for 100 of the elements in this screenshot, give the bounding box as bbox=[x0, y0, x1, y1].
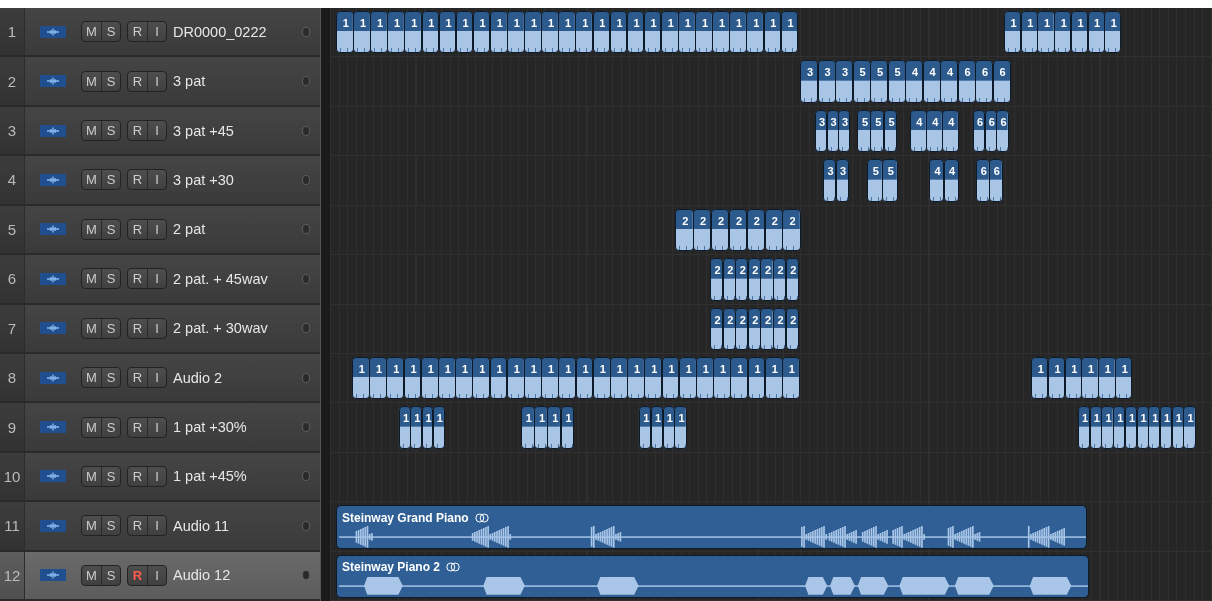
track-header[interactable]: 5 M S R I 2 pat bbox=[0, 205, 320, 256]
audio-region[interactable]: 6 bbox=[973, 109, 986, 153]
mute-button[interactable]: M bbox=[82, 466, 101, 486]
track-header[interactable]: 12 M S R I Audio 12 bbox=[0, 551, 320, 601]
audio-region[interactable]: 1 bbox=[1037, 11, 1055, 54]
record-button[interactable]: R bbox=[128, 71, 147, 91]
track-header[interactable]: 9 M S R I 1 pat +30% bbox=[0, 403, 320, 453]
audio-region[interactable]: 1 bbox=[575, 356, 594, 400]
audio-region[interactable]: 1 bbox=[626, 11, 645, 54]
audio-region[interactable]: Steinway Grand Piano bbox=[336, 505, 1087, 549]
track-header[interactable]: 11 M S R I Audio 11 bbox=[0, 502, 320, 552]
input-monitor-button[interactable]: I bbox=[147, 417, 166, 437]
audio-region[interactable]: 1 bbox=[764, 356, 783, 400]
record-button[interactable]: R bbox=[128, 516, 147, 536]
audio-region[interactable]: 2 bbox=[760, 258, 774, 301]
audio-region[interactable]: 1 bbox=[521, 406, 535, 449]
record-button[interactable]: R bbox=[128, 417, 147, 437]
audio-region[interactable]: 4 bbox=[940, 60, 959, 103]
audio-region[interactable]: 1 bbox=[1087, 11, 1105, 54]
solo-button[interactable]: S bbox=[101, 269, 120, 289]
track-header[interactable]: 3 M S R I 3 pat +45 bbox=[0, 106, 320, 157]
knob-icon[interactable] bbox=[302, 570, 310, 581]
audio-region[interactable]: 1 bbox=[746, 11, 765, 54]
audio-region[interactable]: Steinway Piano 2 bbox=[336, 554, 1089, 598]
audio-region[interactable]: 2 bbox=[735, 258, 749, 301]
audio-region[interactable]: 5 bbox=[852, 60, 871, 103]
track-header[interactable]: 6 M S R I 2 pat. + 45wav bbox=[0, 255, 320, 305]
audio-region[interactable]: 6 bbox=[975, 60, 994, 103]
audio-region[interactable]: 1 bbox=[674, 406, 687, 449]
solo-button[interactable]: S bbox=[101, 466, 120, 486]
audio-region[interactable]: 4 bbox=[922, 60, 941, 103]
audio-region[interactable]: 1 bbox=[489, 356, 508, 400]
audio-region[interactable]: 1 bbox=[747, 356, 766, 400]
audio-region[interactable]: 1 bbox=[472, 11, 491, 54]
record-button[interactable]: R bbox=[128, 466, 147, 486]
audio-region[interactable]: 1 bbox=[644, 356, 663, 400]
solo-button[interactable]: S bbox=[101, 516, 120, 536]
solo-button[interactable]: S bbox=[101, 22, 120, 42]
input-monitor-button[interactable]: I bbox=[147, 565, 166, 585]
mute-button[interactable]: M bbox=[82, 121, 101, 141]
solo-button[interactable]: S bbox=[101, 417, 120, 437]
audio-region[interactable]: 4 bbox=[942, 109, 959, 153]
audio-region[interactable]: 3 bbox=[815, 109, 828, 153]
audio-region[interactable]: 1 bbox=[1020, 11, 1038, 54]
solo-button[interactable]: S bbox=[101, 170, 120, 190]
audio-region[interactable]: 4 bbox=[926, 109, 943, 153]
audio-region[interactable]: 1 bbox=[592, 11, 611, 54]
record-button[interactable]: R bbox=[128, 219, 147, 239]
audio-region[interactable]: 1 bbox=[1031, 356, 1049, 400]
mute-button[interactable]: M bbox=[82, 269, 101, 289]
audio-region[interactable]: 2 bbox=[710, 258, 724, 301]
audio-region[interactable]: 1 bbox=[1113, 406, 1126, 449]
audio-region[interactable]: 2 bbox=[773, 258, 787, 301]
audio-region[interactable]: 1 bbox=[1054, 11, 1072, 54]
audio-region[interactable]: 1 bbox=[729, 11, 747, 54]
audio-region[interactable]: 1 bbox=[1070, 11, 1089, 54]
audio-region[interactable]: 1 bbox=[558, 11, 576, 54]
audio-region[interactable]: 1 bbox=[404, 11, 423, 54]
audio-region[interactable]: 2 bbox=[728, 208, 748, 252]
knob-icon[interactable] bbox=[302, 422, 310, 433]
record-button[interactable]: R bbox=[128, 368, 147, 388]
knob-icon[interactable] bbox=[302, 224, 310, 235]
input-monitor-button[interactable]: I bbox=[147, 71, 166, 91]
audio-region[interactable]: 1 bbox=[592, 356, 611, 400]
audio-region[interactable]: 6 bbox=[996, 109, 1009, 153]
audio-region[interactable]: 1 bbox=[712, 11, 730, 54]
audio-region[interactable]: 1 bbox=[524, 356, 542, 400]
audio-region[interactable]: 1 bbox=[1115, 356, 1133, 400]
audio-region[interactable]: 1 bbox=[353, 11, 371, 54]
audio-region[interactable]: 2 bbox=[735, 307, 749, 350]
audio-region[interactable]: 5 bbox=[870, 60, 889, 103]
knob-icon[interactable] bbox=[302, 323, 310, 334]
input-monitor-button[interactable]: I bbox=[147, 121, 166, 141]
track-header[interactable]: 4 M S R I 3 pat +30 bbox=[0, 156, 320, 206]
audio-region[interactable]: 5 bbox=[867, 159, 883, 202]
audio-region[interactable]: 2 bbox=[710, 208, 730, 252]
audio-region[interactable]: 1 bbox=[782, 356, 800, 400]
audio-region[interactable]: 1 bbox=[1101, 406, 1114, 449]
audio-region[interactable]: 1 bbox=[1098, 356, 1116, 400]
audio-region[interactable]: 1 bbox=[1104, 11, 1122, 54]
audio-region[interactable]: 1 bbox=[524, 11, 542, 54]
mute-button[interactable]: M bbox=[82, 565, 101, 585]
audio-region[interactable]: 1 bbox=[420, 356, 439, 400]
audio-region[interactable]: 1 bbox=[678, 356, 697, 400]
audio-region[interactable]: 1 bbox=[534, 406, 548, 449]
audio-region[interactable]: 2 bbox=[773, 307, 787, 350]
audio-region[interactable]: 1 bbox=[643, 11, 662, 54]
record-button[interactable]: R bbox=[128, 170, 147, 190]
audio-region[interactable]: 3 bbox=[823, 159, 837, 202]
input-monitor-button[interactable]: I bbox=[147, 269, 166, 289]
mute-button[interactable]: M bbox=[82, 170, 101, 190]
audio-region[interactable]: 1 bbox=[489, 11, 508, 54]
knob-icon[interactable] bbox=[302, 273, 310, 284]
audio-region[interactable]: 1 bbox=[678, 11, 696, 54]
audio-region[interactable]: 1 bbox=[352, 356, 370, 400]
mute-button[interactable]: M bbox=[82, 22, 101, 42]
audio-region[interactable]: 4 bbox=[910, 109, 927, 153]
input-monitor-button[interactable]: I bbox=[147, 368, 166, 388]
input-monitor-button[interactable]: I bbox=[147, 170, 166, 190]
audio-region[interactable]: 1 bbox=[713, 356, 731, 400]
